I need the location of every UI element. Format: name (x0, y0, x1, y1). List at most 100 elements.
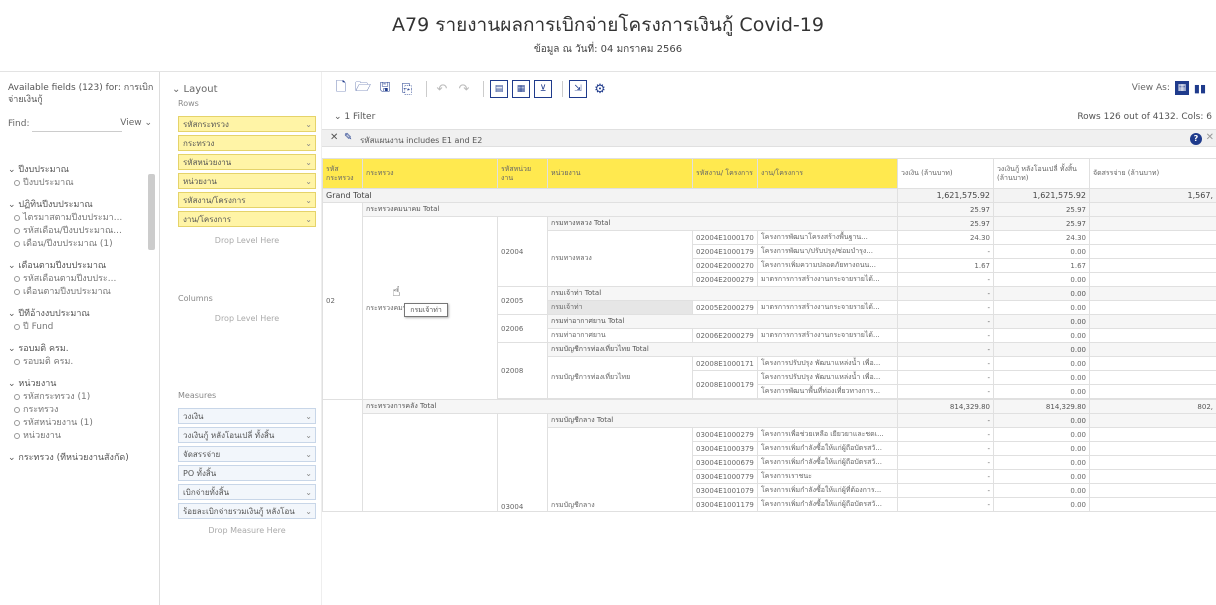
unit-total-label[interactable]: กรมทางหลวง Total (547, 216, 898, 231)
chevron-down-icon[interactable]: ⌄ (305, 428, 312, 442)
unit-total-label[interactable]: กรมท่าอากาศยาน Total (547, 314, 898, 329)
row-slot[interactable]: งาน/โครงการ ⌄ (178, 211, 316, 227)
save-as-icon[interactable]: ⎘ (398, 80, 416, 98)
cell-project[interactable]: มาตรการการสร้างงานกระจายรายได้... (757, 300, 898, 315)
layout-toggle-icon[interactable]: ▤ (490, 80, 508, 98)
filter-text[interactable]: รหัสแผนงาน includes E1 and E2 (360, 134, 482, 147)
col-header-ministry[interactable]: กระทรวง (362, 158, 498, 189)
row-slot[interactable]: รหัสงาน/โครงการ ⌄ (178, 192, 316, 208)
view-dropdown[interactable]: View ⌄ (120, 118, 152, 128)
field-group-header[interactable]: ⌄ กระทรวง (ที่หน่วยงานสังกัด) (8, 452, 144, 465)
find-input[interactable] (32, 116, 122, 132)
chevron-down-icon[interactable]: ⌄ (305, 466, 312, 480)
cell-project[interactable]: โครงการปรับปรุง พัฒนาแหล่งน้ำ เพื่อ... (757, 356, 898, 371)
grid-toggle-icon[interactable]: ▦ (512, 80, 530, 98)
field-item[interactable]: ไตรมาสตามปีงบประมา... (8, 212, 144, 225)
redo-icon[interactable]: ↷ (455, 80, 473, 98)
field-item[interactable]: รอบมติ ครม. (8, 356, 144, 369)
unit-total-label[interactable]: กรมบัญชีกลาง Total (547, 413, 898, 428)
filter-icon[interactable]: ⊻ (534, 80, 552, 98)
field-item[interactable]: รหัสเดือน/ปีงบประมาณ... (8, 225, 144, 238)
help-icon[interactable]: ? (1190, 133, 1202, 145)
field-item[interactable]: หน่วยงาน (8, 430, 144, 443)
measure-slot[interactable]: PO ทั้งสิ้น ⌄ (178, 465, 316, 481)
measure-slot[interactable]: จัดสรรจ่าย ⌄ (178, 446, 316, 462)
cell-project[interactable]: โครงการพัฒนาพื้นที่ท่องเที่ยวทางการ... (757, 384, 898, 399)
chart-view-icon[interactable]: ▮▮ (1194, 82, 1206, 95)
chevron-down-icon[interactable]: ⌄ (305, 155, 312, 169)
cell-project[interactable]: มาตรการการสร้างงานกระจายรายได้... (757, 328, 898, 343)
cell-project[interactable]: โครงการเพิ่มกำลังซื้อให้แก่ผู้ที่ต้องการ… (757, 483, 898, 498)
edit-filter-icon[interactable]: ✎ (344, 132, 352, 143)
field-group-header[interactable]: ⌄ ปีที่อ้างงบประมาณ (8, 308, 144, 321)
field-item[interactable]: ปีงบประมาณ (8, 177, 144, 190)
columns-drop-zone[interactable]: Drop Level Here (178, 312, 316, 326)
field-group-header[interactable]: ⌄ หน่วยงาน (8, 378, 144, 391)
measure-slot[interactable]: วงเงินกู้ หลังโอนเปลี่ ทั้งสิ้น ⌄ (178, 427, 316, 443)
field-item[interactable]: ปี Fund (8, 321, 144, 334)
fields-scrollbar[interactable] (148, 174, 155, 250)
chevron-down-icon[interactable]: ⌄ (305, 447, 312, 461)
chevron-down-icon[interactable]: ⌄ (305, 504, 312, 518)
cell-project[interactable]: โครงการเพิ่มกำลังซื้อให้แก่ผู้ถือบัตรสวั… (757, 455, 898, 470)
cell-project[interactable]: โครงการเพิ่มกำลังซื้อให้แก่ผู้ถือบัตรสวั… (757, 497, 898, 512)
close-icon[interactable]: ✕ (1206, 132, 1214, 143)
cell-project[interactable]: โครงการเราชนะ (757, 469, 898, 484)
field-group-header[interactable]: ⌄ เดือนตามปีงบประมาณ (8, 260, 144, 273)
cell-unit[interactable]: กรมบัญชีกลาง (547, 427, 693, 512)
chevron-down-icon[interactable]: ⌄ (305, 212, 312, 226)
chevron-down-icon[interactable]: ⌄ (305, 485, 312, 499)
export-icon[interactable]: ⇲ (569, 80, 587, 98)
col-header-project-code[interactable]: รหัสงาน/ โครงการ (692, 158, 758, 189)
row-slot[interactable]: รหัสหน่วยงาน ⌄ (178, 154, 316, 170)
measure-slot[interactable]: วงเงิน ⌄ (178, 408, 316, 424)
cell-project[interactable]: โครงการปรับปรุง พัฒนาแหล่งน้ำ เพื่อ... (757, 370, 898, 385)
row-slot[interactable]: รหัสกระทรวง ⌄ (178, 116, 316, 132)
unit-total-label[interactable]: กรมเจ้าท่า Total (547, 286, 898, 301)
col-header-loan-after-transfer[interactable]: วงเงินกู้ หลังโอนเปลี่ ทั้งสิ้น (ล้านบาท… (993, 158, 1090, 189)
chevron-down-icon[interactable]: ⌄ (305, 193, 312, 207)
col-header-unit[interactable]: หน่วยงาน (547, 158, 693, 189)
field-group-header[interactable]: ⌄ รอบมติ ครม. (8, 343, 144, 356)
row-slot[interactable]: หน่วยงาน ⌄ (178, 173, 316, 189)
cell-unit[interactable]: กรมเจ้าท่า (547, 300, 693, 315)
cell-unit[interactable]: กรมท่าอากาศยาน (547, 328, 693, 343)
layout-title[interactable]: ⌄ Layout (172, 84, 218, 95)
ministry-total-label[interactable]: กระทรวงการคลัง Total (362, 399, 898, 414)
cell-project[interactable]: โครงการพัฒนา/ปรับปรุง/ซ่อมบำรุง... (757, 244, 898, 259)
chevron-down-icon[interactable]: ⌄ (305, 409, 312, 423)
cell-unit[interactable]: กรมทางหลวง (547, 230, 693, 287)
chevron-down-icon[interactable]: ⌄ (305, 136, 312, 150)
remove-filter-icon[interactable]: ✕ (330, 132, 338, 143)
field-group-header[interactable]: ⌄ ปีงบประมาณ (8, 164, 144, 177)
cell-ministry[interactable] (362, 413, 498, 512)
open-report-icon[interactable]: 🗁 (354, 80, 372, 98)
save-icon[interactable]: 🖫 (376, 80, 394, 98)
field-group-header[interactable]: ⌄ ปฏิทินปีงบประมาณ (8, 199, 144, 212)
cell-project[interactable]: มาตรการการสร้างงานกระจายรายได้... (757, 272, 898, 287)
field-item[interactable]: รหัสเดือนตามปีงบประ... (8, 273, 144, 286)
unit-total-label[interactable]: กรมบัญชีการท่องเที่ยวไทย Total (547, 342, 898, 357)
cell-project[interactable]: โครงการพัฒนาโครงสร้างพื้นฐาน... (757, 230, 898, 245)
field-item[interactable]: รหัสหน่วยงาน (1) (8, 417, 144, 430)
table-view-icon[interactable]: ▦ (1174, 81, 1189, 95)
filter-count[interactable]: ⌄ 1 Filter (334, 112, 375, 122)
cell-project[interactable]: โครงการเพื่อช่วยเหลือ เยียวยาและชดเ... (757, 427, 898, 442)
field-item[interactable]: กระทรวง (8, 404, 144, 417)
field-item[interactable]: เดือน/ปีงบประมาณ (1) (8, 238, 144, 251)
col-header-unit-code[interactable]: รหัสหน่วย งาน (497, 158, 548, 189)
cell-project[interactable]: โครงการเพิ่มกำลังซื้อให้แก่ผู้ถือบัตรสวั… (757, 441, 898, 456)
cell-unit[interactable]: กรมบัญชีการท่องเที่ยวไทย (547, 356, 693, 399)
col-header-allocated[interactable]: จัดสรรจ่าย (ล้านบาท) (1089, 158, 1216, 189)
field-item[interactable]: รหัสกระทรวง (1) (8, 391, 144, 404)
col-header-project[interactable]: งาน/โครงการ (757, 158, 898, 189)
cell-project[interactable]: โครงการเพิ่มความปลอดภัยทางถนน... (757, 258, 898, 273)
rows-drop-zone[interactable]: Drop Level Here (178, 234, 316, 248)
field-item[interactable]: เดือนตามปีงบประมาณ (8, 286, 144, 299)
col-header-budget[interactable]: วงเงิน (ล้านบาท) (897, 158, 994, 189)
measure-slot[interactable]: ร้อยละเบิกจ่ายรวมเงินกู้ หลังโอน ⌄ (178, 503, 316, 519)
row-slot[interactable]: กระทรวง ⌄ (178, 135, 316, 151)
chevron-down-icon[interactable]: ⌄ (305, 174, 312, 188)
new-report-icon[interactable]: 🗋 (332, 80, 350, 98)
settings-icon[interactable]: ⚙ (591, 80, 609, 98)
